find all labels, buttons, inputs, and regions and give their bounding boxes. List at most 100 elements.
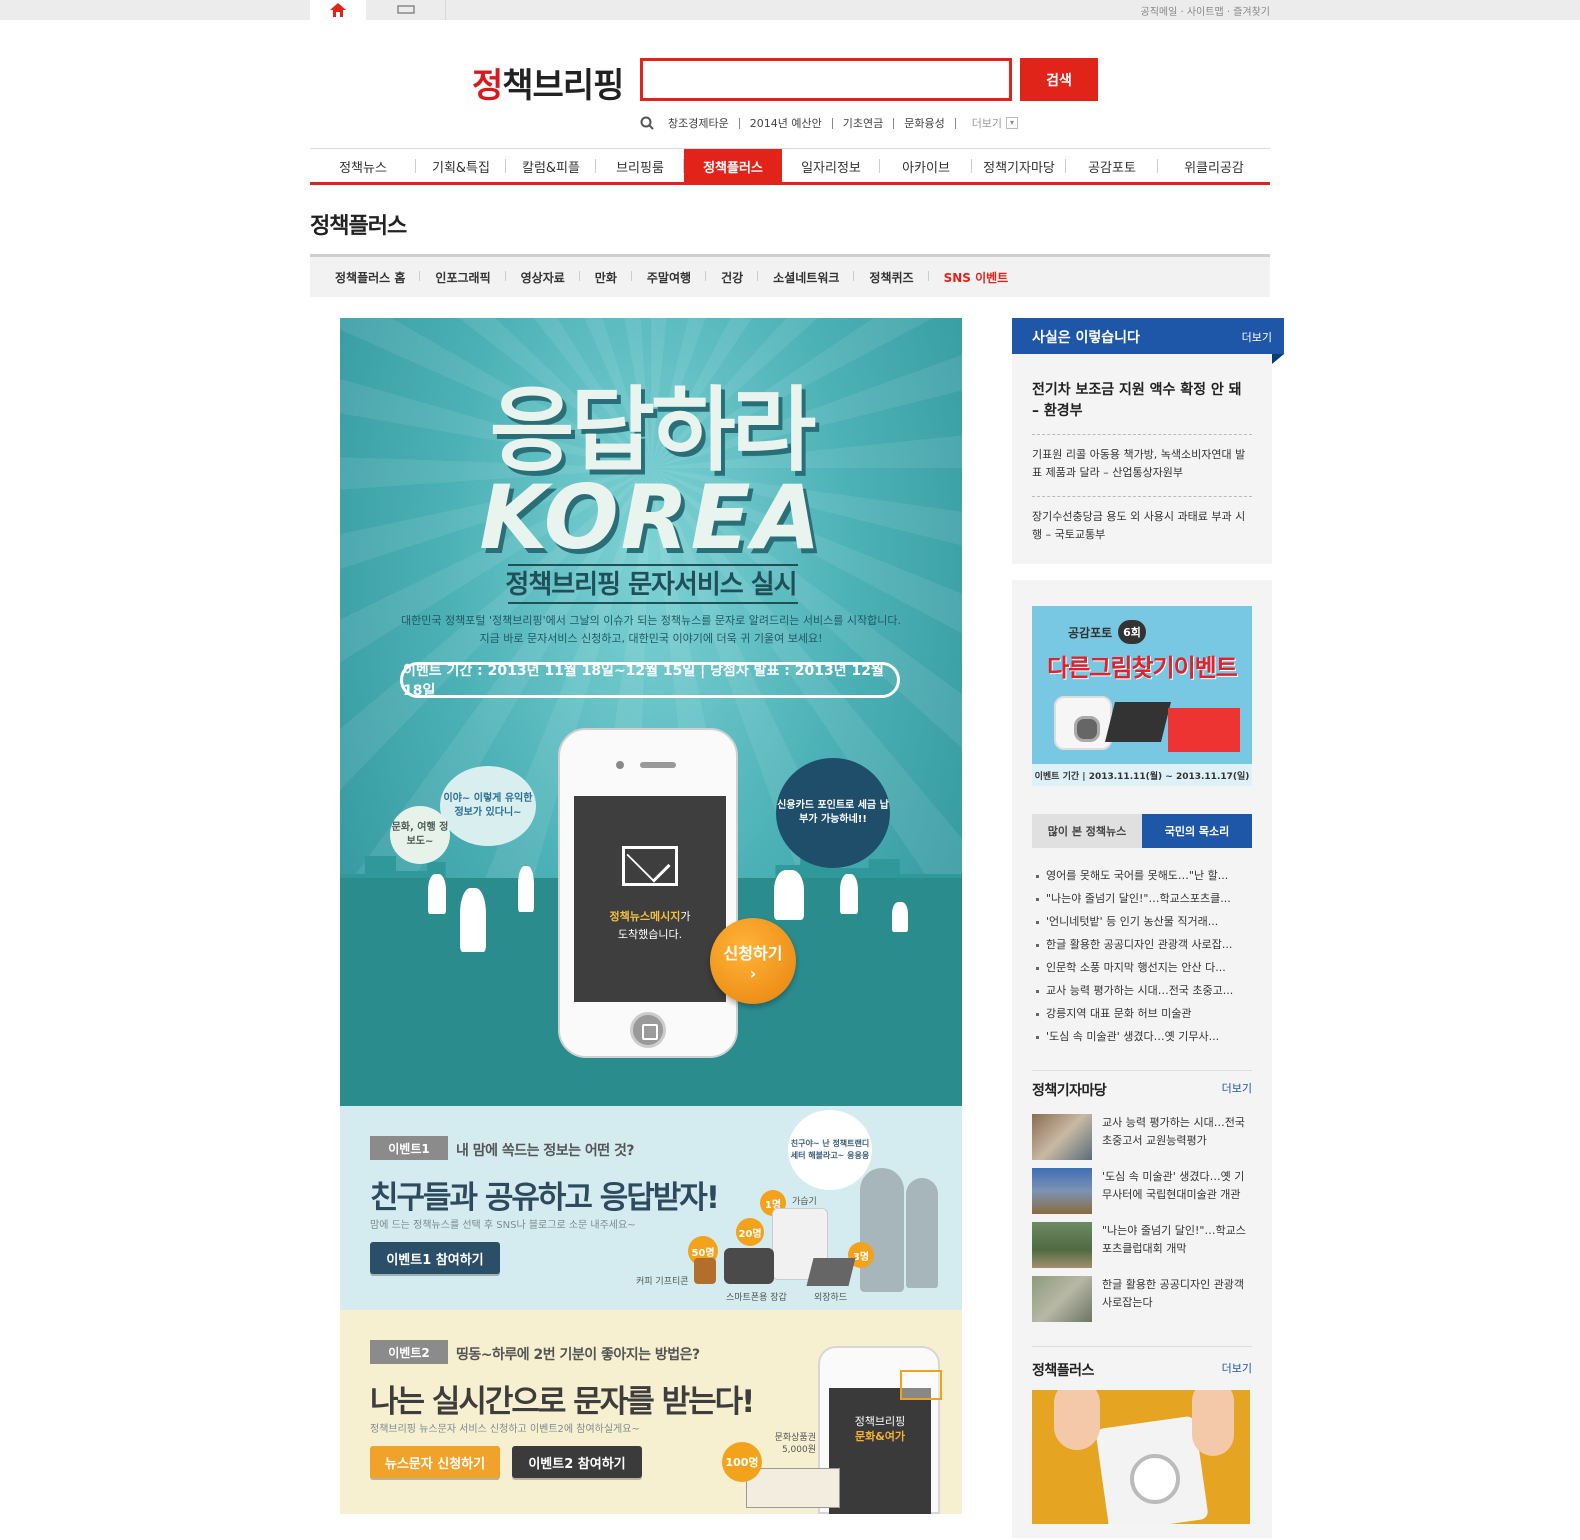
subnav-item[interactable]: 주말여행 (632, 269, 707, 286)
hero-description: 대한민국 정책포털 '정책브리핑'에서 그날의 이슈가 되는 정책뉴스를 문자로… (340, 612, 962, 648)
divider (1032, 496, 1252, 497)
search-icon (640, 116, 654, 130)
fact-check-title: 사실은 이렇습니다 (1032, 330, 1140, 346)
fact-check-headline[interactable]: 전기차 보조금 지원 액수 확정 안 돼 – 환경부 (1032, 380, 1252, 422)
plus-more[interactable]: 더보기 (1222, 1360, 1252, 1376)
keyword-link[interactable]: 창조경제타운 (658, 117, 740, 129)
speech-bubble: 친구야~ 난 정책트랜디세터 해볼라고~ 응응응 (788, 1110, 872, 1190)
phone-home-button (630, 1012, 666, 1048)
event-question: 내 맘에 쏙드는 정보는 어떤 것? (456, 1143, 635, 1159)
list-item[interactable]: '언니네텃밭' 등 인기 농산물 직거래... (1034, 910, 1252, 933)
nav-item[interactable]: 공감포토 (1066, 149, 1158, 183)
phone-message-text: 도착했습니다. (617, 928, 683, 941)
keywords-more[interactable]: 더보기 (972, 115, 1002, 131)
nav-item[interactable]: 아카이브 (880, 149, 972, 183)
subnav-item[interactable]: 정책퀴즈 (854, 269, 929, 286)
nav-item[interactable]: 정책기자마당 (972, 149, 1066, 183)
reporter-more[interactable]: 더보기 (1222, 1080, 1252, 1096)
home-tab[interactable] (310, 0, 366, 20)
news-sms-apply-button[interactable]: 뉴스문자 신청하기 (370, 1446, 500, 1478)
monitor-tab[interactable] (366, 0, 446, 20)
page-title: 정책플러스 (310, 214, 407, 239)
list-item[interactable]: 한글 활용한 공공디자인 관광객 사로잡... (1034, 933, 1252, 956)
hero-subtitle: 정책브리핑 문자서비스 실시 (505, 570, 797, 600)
phone-message-text: 가 (680, 910, 691, 923)
prize-label: 스마트폰용 장갑 (726, 1293, 787, 1303)
divider (508, 602, 798, 604)
ribbon-fold (1272, 354, 1284, 364)
phone-subtitle: 문화&여가 (854, 1430, 906, 1443)
person-silhouette (840, 874, 858, 914)
event2-join-button[interactable]: 이벤트2 참여하기 (512, 1446, 642, 1478)
speech-bubble: 이야~ 이렇게 유익한 정보가 있다니~ (440, 766, 536, 846)
subnav-item-sns-event[interactable]: SNS 이벤트 (929, 269, 1024, 286)
photo-event-ad[interactable]: 공감포토 6회 다른그림찾기이벤트 이벤트 기간 | 2013.11.11(월)… (1032, 606, 1252, 786)
nav-item[interactable]: 일자리정보 (782, 149, 880, 183)
event-headline: 나는 실시간으로 문자를 받는다! (370, 1384, 755, 1420)
apply-button[interactable]: 신청하기 › (710, 918, 796, 1004)
keyword-link[interactable]: 기초연금 (833, 117, 895, 129)
list-item[interactable]: 교사 능력 평가하는 시대…전국 초중고... (1034, 979, 1252, 1002)
nav-item[interactable]: 칼럼&피플 (506, 149, 596, 183)
list-item[interactable]: "나는야 줄넘기 달인!"…학교스포츠클... (1034, 887, 1252, 910)
subnav-item[interactable]: 인포그래픽 (420, 269, 506, 286)
subnav-item[interactable]: 건강 (706, 269, 759, 286)
search-input[interactable] (640, 58, 1012, 101)
nav-item[interactable]: 위클리공감 (1158, 149, 1270, 183)
nav-item[interactable]: 브리핑룸 (596, 149, 684, 183)
subnav-item[interactable]: 소셜네트워크 (758, 269, 855, 286)
reporter-item[interactable]: "나는야 줄넘기 달인!"…학교스포츠클럽대회 개막 (1032, 1222, 1252, 1268)
reporter-item[interactable]: '도심 속 미술관' 생겼다…옛 기무사터에 국립현대미술관 개관 (1032, 1168, 1252, 1214)
person-silhouette (892, 902, 908, 932)
subnav-item[interactable]: 영상자료 (506, 269, 580, 286)
event1-section: 이벤트1 내 맘에 쏙드는 정보는 어떤 것? 친구들과 공유하고 응답받자! … (340, 1106, 962, 1310)
nav-item[interactable]: 기획&특집 (416, 149, 506, 183)
subnav-item[interactable]: 정책플러스 홈 (320, 269, 421, 286)
child-silhouette (860, 1168, 904, 1292)
prize-label: 커피 기프티콘 (636, 1277, 689, 1287)
nav-item-active[interactable]: 정책플러스 (684, 149, 782, 183)
search-button[interactable]: 검색 (1020, 58, 1098, 101)
keyword-link[interactable]: 2014년 예산안 (740, 117, 833, 129)
phone-earpiece (640, 762, 676, 768)
event1-join-button[interactable]: 이벤트1 참여하기 (370, 1242, 500, 1274)
news-list: 영어를 못해도 국어를 못해도…"난 할... "나는야 줄넘기 달인!"…학교… (1034, 864, 1252, 1048)
fact-check-item[interactable]: 장기수선충당금 용도 외 사용시 과태료 부과 시행 – 국토교통부 (1032, 508, 1252, 544)
prize-count: 20명 (736, 1218, 764, 1246)
chevron-right-icon: › (749, 963, 757, 983)
event-description: 정책브리핑 뉴스문자 서비스 신청하고 이벤트2에 참여하실게요~ (370, 1424, 640, 1435)
fact-check-item[interactable]: 기표원 리콜 아동용 책가방, 녹색소비자연대 발표 제품과 달라 – 산업통상… (1032, 446, 1252, 482)
thumbnail (1032, 1168, 1092, 1214)
gift-voucher-image (746, 1468, 840, 1508)
site-logo[interactable]: 정책브리핑 (472, 58, 624, 107)
apply-button-label: 신청하기 (723, 943, 783, 963)
reporter-item[interactable]: 교사 능력 평가하는 시대…전국 초중고서 교원능력평가 (1032, 1114, 1252, 1160)
policy-plus-image[interactable] (1032, 1390, 1250, 1524)
nav-item[interactable]: 정책뉴스 (310, 149, 416, 183)
home-icon (330, 3, 346, 17)
hero-desc-line: 지금 바로 문자서비스 신청하고, 대한민국 이야기에 더욱 귀 기울여 보세요… (479, 632, 823, 645)
event-banner: 응답하라 KOREA 정책브리핑 문자서비스 실시 대한민국 정책포털 '정책브… (340, 318, 962, 1514)
top-links[interactable]: 공직메일 · 사이트맵 · 즐겨찾기 (1141, 3, 1270, 18)
subnav-item[interactable]: 만화 (580, 269, 632, 286)
keyword-link[interactable]: 문화융성 (894, 117, 956, 129)
photo-ad-round: 6회 (1118, 620, 1146, 644)
tab-most-viewed[interactable]: 많이 본 정책뉴스 (1032, 814, 1142, 848)
list-item[interactable]: '도심 속 미술관' 생겼다…옛 기무사... (1034, 1025, 1252, 1048)
list-item[interactable]: 강릉지역 대표 문화 허브 미술관 (1034, 1002, 1252, 1025)
prize-label: 외장하드 (814, 1293, 848, 1303)
photo-ad-period: 이벤트 기간 | 2013.11.11(월) ~ 2013.11.17(일) (1032, 764, 1252, 786)
reporter-item-title: 한글 활용한 공공디자인 관광객 사로잡는다 (1102, 1278, 1245, 1309)
reporter-item[interactable]: 한글 활용한 공공디자인 관광객 사로잡는다 (1032, 1276, 1252, 1322)
list-item[interactable]: 인문학 소풍 마지막 행선지는 안산 다... (1034, 956, 1252, 979)
child-silhouette (906, 1178, 938, 1288)
chevron-down-icon[interactable]: ▾ (1006, 117, 1019, 129)
list-item[interactable]: 영어를 못해도 국어를 못해도…"난 할... (1034, 864, 1252, 887)
tab-citizens-voice[interactable]: 국민의 목소리 (1142, 814, 1252, 848)
person-silhouette (518, 866, 534, 912)
fact-check-header: 사실은 이렇습니다 더보기 (1012, 318, 1284, 364)
photo-ad-label: 공감포토 (1068, 626, 1113, 640)
hdd-image (1105, 702, 1171, 742)
speech-bubble: 문화, 여행 정보도~ (390, 806, 450, 864)
fact-check-more[interactable]: 더보기 (1242, 329, 1272, 345)
